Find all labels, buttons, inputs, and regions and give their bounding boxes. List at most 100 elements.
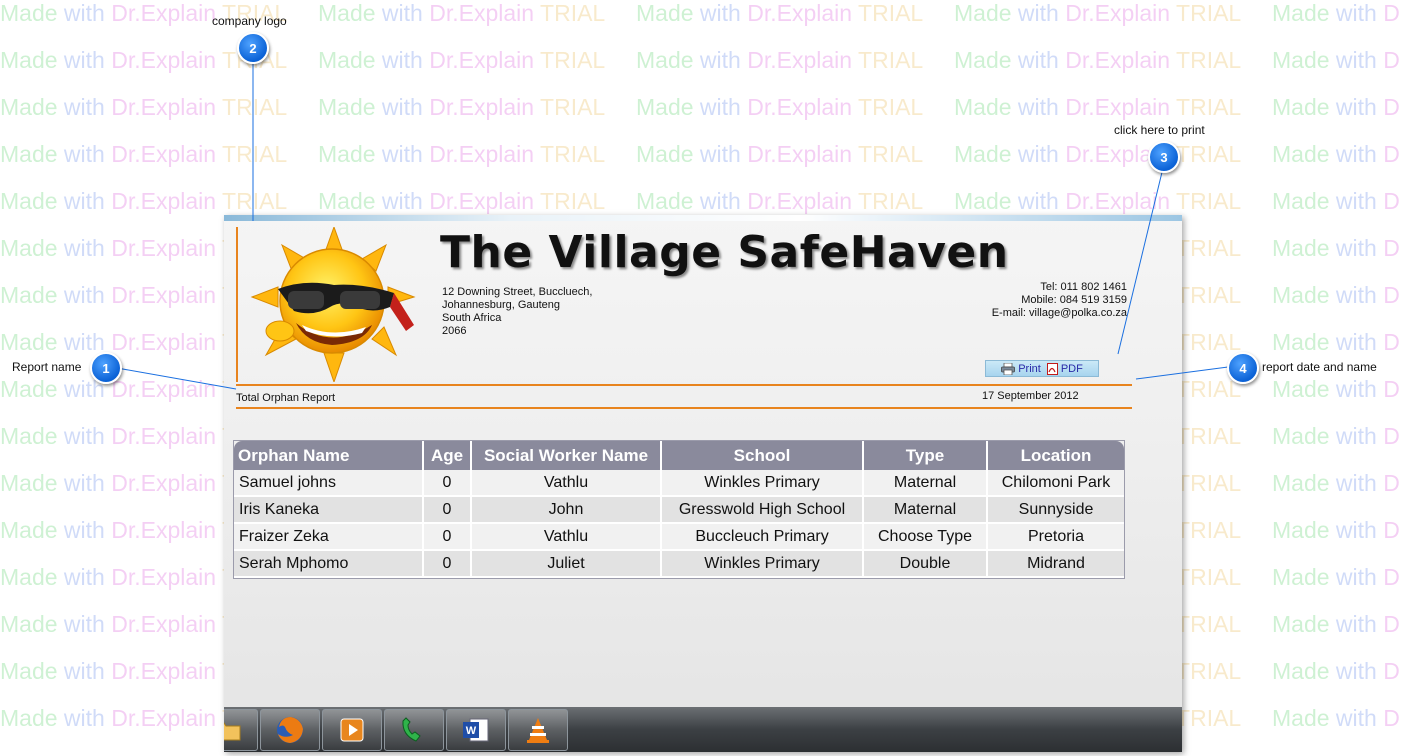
watermark-text: Made with Dr.Explain TRIAL — [0, 141, 288, 167]
company-title: The Village SafeHaven — [440, 227, 1009, 278]
watermark-text: Made with Dr.Explain TRIAL — [1272, 235, 1401, 261]
callout-badge-2: 2 — [237, 32, 269, 64]
table-header-row: Orphan Name Age Social Worker Name Schoo… — [234, 441, 1124, 470]
pdf-icon — [1046, 362, 1058, 375]
watermark-text: Made with Dr.Explain TRIAL — [1272, 141, 1401, 167]
firefox-icon — [277, 717, 303, 743]
watermark-text: Made with Dr.Explain TRIAL — [1272, 376, 1401, 402]
company-contact: Tel: 011 802 1461 Mobile: 084 519 3159 E… — [992, 281, 1127, 320]
taskbar-folder-button[interactable] — [224, 709, 258, 751]
watermark-text: Made with Dr.Explain TRIAL — [1272, 611, 1401, 637]
watermark-row: Made with Dr.Explain TRIAL Made with Dr.E… — [0, 0, 1401, 27]
column-header-social-worker[interactable]: Social Worker Name — [471, 441, 662, 470]
word-icon: W — [463, 718, 489, 742]
cell-age: 0 — [423, 470, 472, 497]
watermark-text: Made with Dr.Explain TRIAL — [318, 0, 606, 26]
cell-location: Chilomoni Park — [987, 470, 1124, 497]
cell-orphan-name: Samuel johns — [234, 470, 424, 497]
header-divider — [236, 384, 1132, 386]
watermark-text: Made with Dr.Explain TRIAL — [954, 141, 1242, 167]
cell-social-worker: John — [471, 496, 662, 524]
watermark-text: Made with Dr.Explain TRIAL — [954, 94, 1242, 120]
watermark-text: Made with Dr.Explain TRIAL — [0, 47, 287, 73]
cell-school: Winkles Primary — [661, 470, 864, 497]
company-address: 12 Downing Street, Buccluech, Johannesbu… — [442, 286, 592, 338]
callout-label-print: click here to print — [1114, 123, 1205, 137]
watermark-text: Made with Dr.Explain TRIAL — [636, 47, 924, 73]
cell-social-worker: Vathlu — [471, 470, 662, 497]
callout-badge-4: 4 — [1227, 352, 1259, 384]
address-line: Johannesburg, Gauteng — [442, 299, 561, 311]
callout-badge-1: 1 — [90, 352, 122, 384]
print-label: Print — [1018, 362, 1041, 375]
callout-badge-3: 3 — [1148, 141, 1180, 173]
cell-type: Choose Type — [863, 523, 988, 551]
taskbar: W — [224, 707, 1182, 752]
orphan-table: Orphan Name Age Social Worker Name Schoo… — [234, 441, 1124, 578]
contact-email: E-mail: village@polka.co.za — [991, 307, 1127, 319]
watermark-text: Made with Dr.Explain TRIAL — [636, 141, 924, 167]
taskbar-firefox-button[interactable] — [260, 709, 320, 751]
cell-location: Midrand — [987, 550, 1124, 578]
report-divider — [236, 407, 1132, 409]
vlc-icon — [527, 718, 549, 743]
watermark-text: Made with Dr.Explain TRIAL — [954, 47, 1242, 73]
address-line: 12 Downing Street, Buccluech, — [442, 286, 593, 298]
column-header-age[interactable]: Age — [423, 441, 472, 470]
watermark-text: Made with Dr.Explain TRIAL — [1272, 0, 1401, 26]
cell-orphan-name: Iris Kaneka — [234, 496, 424, 524]
taskbar-media-button[interactable] — [322, 709, 382, 751]
watermark-text: Made with Dr.Explain TRIAL — [1272, 329, 1401, 355]
watermark-text: Made with Dr.Explain TRIAL — [1272, 658, 1401, 684]
cell-orphan-name: Fraizer Zeka — [234, 523, 424, 551]
sun-logo-icon — [250, 227, 416, 382]
column-header-location[interactable]: Location — [987, 441, 1124, 470]
watermark-text: Made with Dr.Explain TRIAL — [318, 188, 606, 214]
contact-mobile: Mobile: 084 519 3159 — [1021, 294, 1127, 306]
accent-rule — [236, 227, 238, 382]
print-toolbar: Print PDF — [985, 360, 1099, 377]
table-row[interactable]: Fraizer Zeka 0 Vathlu Buccleuch Primary … — [234, 523, 1124, 551]
watermark-text: Made with Dr.Explain TRIAL — [636, 0, 924, 26]
cell-age: 0 — [423, 550, 472, 578]
watermark-text: Made with Dr.Explain TRIAL — [1272, 423, 1401, 449]
window-edge — [224, 215, 1182, 221]
watermark-text: Made with Dr.Explain TRIAL — [0, 94, 288, 120]
cell-social-worker: Juliet — [471, 550, 662, 578]
watermark-text: Made with Dr.Explain TRIAL — [1272, 188, 1401, 214]
watermark-text: Made with Dr.Explain TRIAL — [1272, 470, 1401, 496]
watermark-text: Made with Dr.Explain TRIAL — [954, 188, 1242, 214]
watermark-text: Made with Dr.Explain TRIAL — [1272, 705, 1401, 731]
printer-icon — [1001, 362, 1016, 375]
watermark-row: Made with Dr.Explain TRIAL Made with Dr.E… — [0, 94, 1401, 121]
pdf-button[interactable]: PDF — [1046, 362, 1083, 375]
column-header-type[interactable]: Type — [863, 441, 988, 470]
watermark-text: Made with Dr.Explain TRIAL — [318, 94, 606, 120]
callout-label-report-date: report date and name — [1262, 360, 1377, 374]
contact-phone: Tel: 011 802 1461 — [1040, 281, 1127, 293]
cell-age: 0 — [423, 523, 472, 551]
address-line: South Africa — [442, 312, 502, 324]
callout-label-report-name: Report name — [12, 360, 82, 374]
watermark-text: Made with Dr.Explain TRIAL — [636, 94, 924, 120]
table-row[interactable]: Serah Mphomo 0 Juliet Winkles Primary Do… — [234, 550, 1124, 578]
taskbar-vlc-button[interactable] — [508, 709, 568, 751]
watermark-text: Made with Dr.Explain TRIAL — [1272, 94, 1401, 120]
print-button[interactable]: Print — [1001, 362, 1041, 375]
watermark-text: Made with Dr.Explain TRIAL — [1272, 564, 1401, 590]
table-row[interactable]: Iris Kaneka 0 John Gresswold High School… — [234, 496, 1124, 524]
table-row[interactable]: Samuel johns 0 Vathlu Winkles Primary Ma… — [234, 470, 1124, 497]
column-header-school[interactable]: School — [661, 441, 864, 470]
column-header-orphan-name[interactable]: Orphan Name — [234, 441, 424, 470]
svg-text:W: W — [466, 725, 477, 737]
watermark-text: Made with Dr.Explain TRIAL — [1272, 517, 1401, 543]
taskbar-phone-button[interactable] — [384, 709, 444, 751]
watermark-row: Made with Dr.Explain TRIAL Made with Dr.E… — [0, 188, 1401, 215]
report-window: The Village SafeHaven 12 Downing Street,… — [224, 215, 1182, 752]
watermark-row: Made with Dr.Explain TRIAL Made with Dr.E… — [0, 47, 1401, 74]
watermark-text: Made with Dr.Explain TRIAL — [0, 188, 288, 214]
cell-location: Sunnyside — [987, 496, 1124, 524]
watermark-row: Made with Dr.Explain TRIAL Made with Dr.E… — [0, 141, 1401, 168]
callout-label-company-logo: company logo — [212, 14, 287, 28]
taskbar-word-button[interactable]: W — [446, 709, 506, 751]
